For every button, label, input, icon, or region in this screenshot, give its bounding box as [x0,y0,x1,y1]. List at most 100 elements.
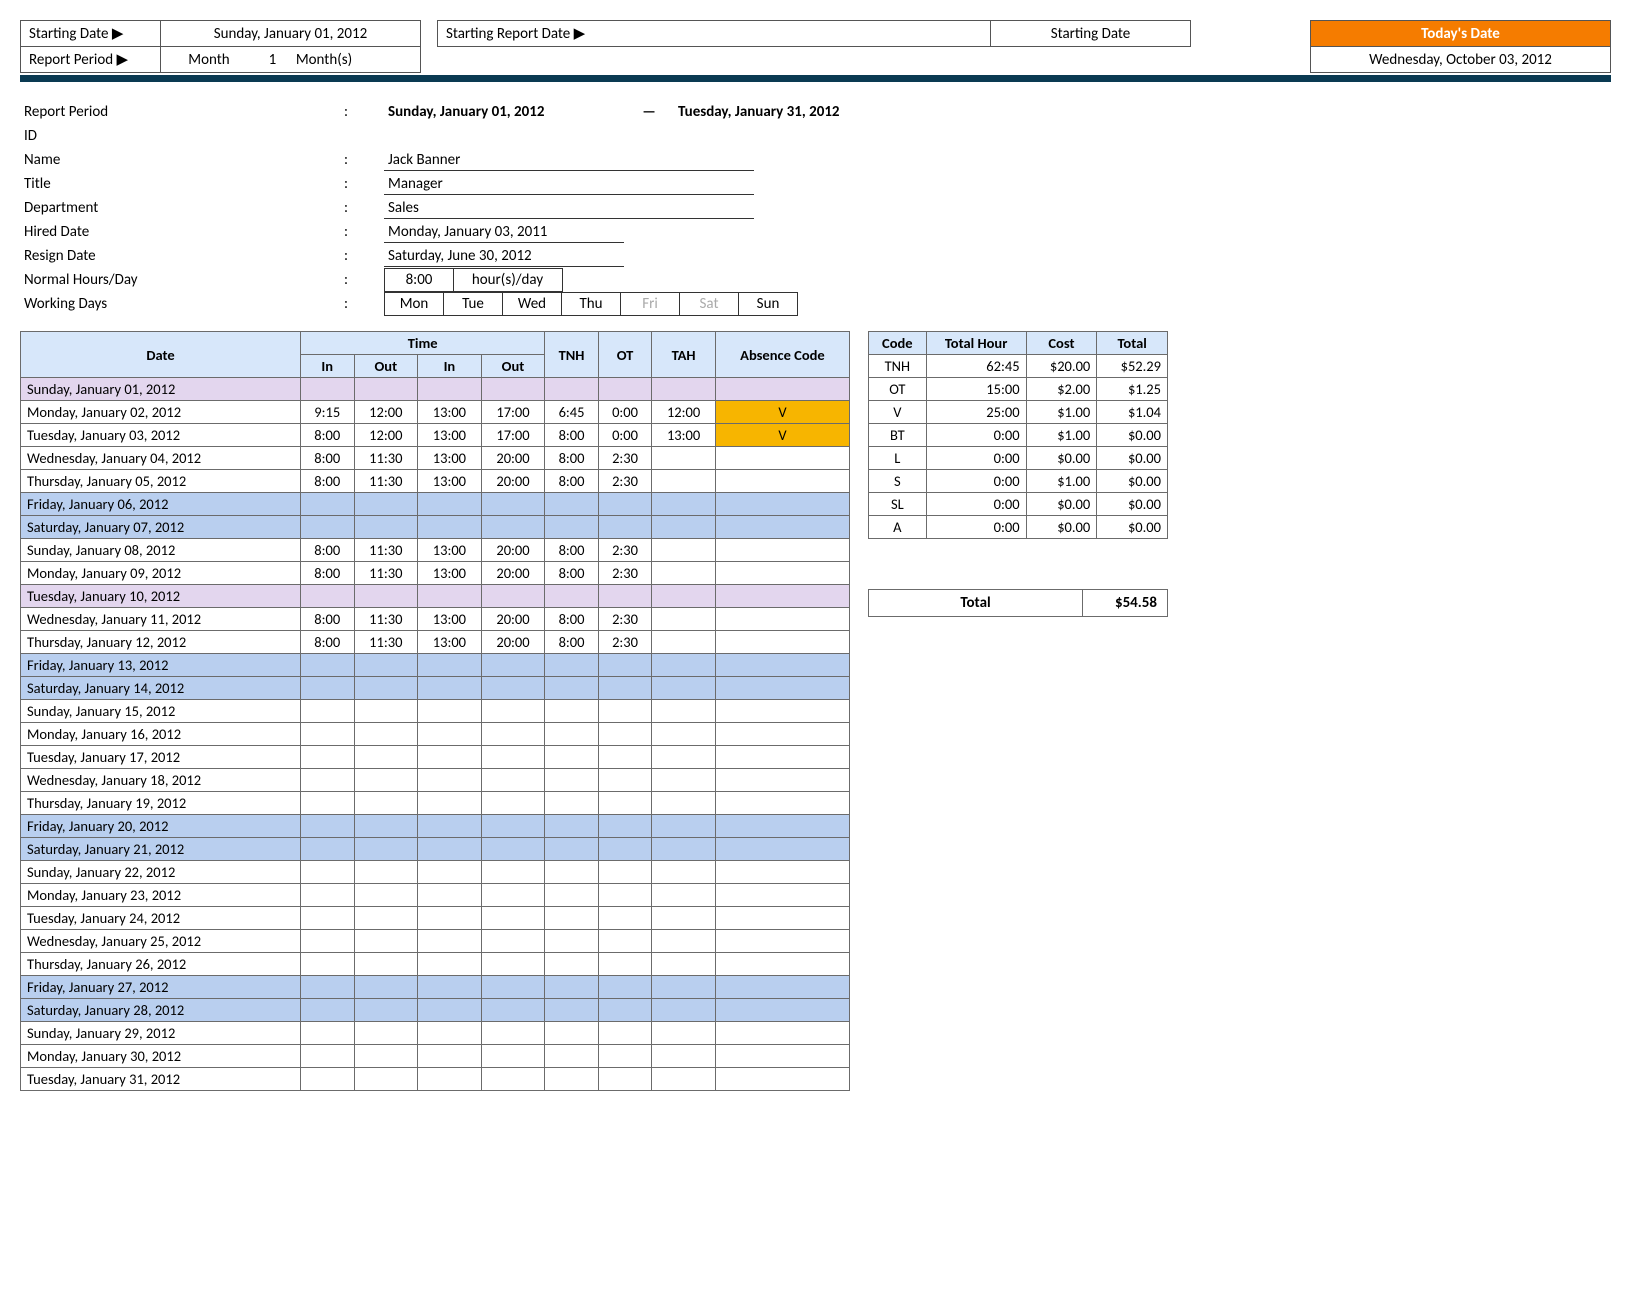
out1-cell[interactable]: 11:30 [354,631,418,654]
out2-cell[interactable]: 20:00 [481,470,545,493]
in1-cell[interactable]: 8:00 [301,424,355,447]
date-cell[interactable]: Saturday, January 28, 2012 [21,999,301,1022]
tnh-cell[interactable] [545,861,599,884]
tnh-cell[interactable] [545,907,599,930]
tah-cell[interactable] [652,838,716,861]
out1-cell[interactable] [354,907,418,930]
ot-cell[interactable] [598,585,652,608]
out2-cell[interactable] [481,723,545,746]
tah-cell[interactable] [652,999,716,1022]
ac-cell[interactable] [715,447,849,470]
tnh-cell[interactable] [545,516,599,539]
ac-cell[interactable] [715,654,849,677]
day-mon[interactable]: Mon [384,292,444,316]
tnh-cell[interactable] [545,1022,599,1045]
in1-cell[interactable] [301,1022,355,1045]
in1-cell[interactable]: 8:00 [301,631,355,654]
tnh-cell[interactable] [545,953,599,976]
out2-cell[interactable] [481,815,545,838]
in1-cell[interactable] [301,861,355,884]
in2-cell[interactable] [418,516,482,539]
in1-cell[interactable]: 8:00 [301,447,355,470]
in2-cell[interactable]: 13:00 [418,470,482,493]
out2-cell[interactable] [481,838,545,861]
out1-cell[interactable] [354,1045,418,1068]
tah-cell[interactable] [652,1068,716,1091]
tah-cell[interactable] [652,861,716,884]
ot-cell[interactable]: 2:30 [598,608,652,631]
out1-cell[interactable] [354,723,418,746]
in2-cell[interactable] [418,999,482,1022]
tah-cell[interactable] [652,378,716,401]
in2-cell[interactable] [418,746,482,769]
out1-cell[interactable] [354,378,418,401]
ac-cell[interactable] [715,769,849,792]
out1-cell[interactable]: 12:00 [354,424,418,447]
tah-cell[interactable] [652,585,716,608]
ot-cell[interactable]: 2:30 [598,447,652,470]
ot-cell[interactable] [598,1022,652,1045]
ac-cell[interactable] [715,470,849,493]
out1-cell[interactable]: 11:30 [354,470,418,493]
out2-cell[interactable] [481,884,545,907]
date-cell[interactable]: Monday, January 30, 2012 [21,1045,301,1068]
in1-cell[interactable] [301,378,355,401]
tah-cell[interactable]: 13:00 [652,424,716,447]
ac-cell[interactable] [715,562,849,585]
tah-cell[interactable] [652,792,716,815]
in2-cell[interactable] [418,654,482,677]
out1-cell[interactable]: 11:30 [354,608,418,631]
out2-cell[interactable] [481,677,545,700]
tnh-cell[interactable]: 8:00 [545,447,599,470]
day-sat[interactable]: Sat [679,292,739,316]
in2-cell[interactable] [418,677,482,700]
tnh-cell[interactable]: 8:00 [545,562,599,585]
date-cell[interactable]: Tuesday, January 31, 2012 [21,1068,301,1091]
tnh-cell[interactable] [545,723,599,746]
ot-cell[interactable] [598,792,652,815]
out1-cell[interactable] [354,585,418,608]
out2-cell[interactable] [481,953,545,976]
out1-cell[interactable]: 11:30 [354,562,418,585]
in1-cell[interactable] [301,654,355,677]
in2-cell[interactable] [418,378,482,401]
tah-cell[interactable] [652,907,716,930]
ac-cell[interactable] [715,746,849,769]
out2-cell[interactable]: 17:00 [481,401,545,424]
out1-cell[interactable] [354,746,418,769]
ot-cell[interactable]: 0:00 [598,424,652,447]
ac-cell[interactable] [715,953,849,976]
ot-cell[interactable] [598,677,652,700]
ot-cell[interactable] [598,884,652,907]
in1-cell[interactable] [301,792,355,815]
tnh-cell[interactable] [545,769,599,792]
out2-cell[interactable] [481,907,545,930]
ac-cell[interactable] [715,930,849,953]
tnh-cell[interactable] [545,585,599,608]
day-sun[interactable]: Sun [738,292,798,316]
in1-cell[interactable] [301,907,355,930]
date-cell[interactable]: Sunday, January 08, 2012 [21,539,301,562]
date-cell[interactable]: Tuesday, January 03, 2012 [21,424,301,447]
tah-cell[interactable] [652,447,716,470]
out2-cell[interactable]: 17:00 [481,424,545,447]
ot-cell[interactable] [598,907,652,930]
normal-hours-value[interactable]: 8:00 [384,268,454,292]
tah-cell[interactable] [652,746,716,769]
tnh-cell[interactable] [545,815,599,838]
date-cell[interactable]: Wednesday, January 25, 2012 [21,930,301,953]
out1-cell[interactable] [354,861,418,884]
out2-cell[interactable] [481,999,545,1022]
out1-cell[interactable]: 12:00 [354,401,418,424]
resign-value[interactable]: Saturday, June 30, 2012 [384,246,624,267]
date-cell[interactable]: Thursday, January 19, 2012 [21,792,301,815]
out1-cell[interactable] [354,769,418,792]
tnh-cell[interactable] [545,999,599,1022]
ac-cell[interactable] [715,1068,849,1091]
ot-cell[interactable]: 2:30 [598,631,652,654]
out2-cell[interactable] [481,769,545,792]
date-cell[interactable]: Saturday, January 14, 2012 [21,677,301,700]
in1-cell[interactable] [301,1045,355,1068]
tnh-cell[interactable] [545,976,599,999]
ot-cell[interactable] [598,769,652,792]
